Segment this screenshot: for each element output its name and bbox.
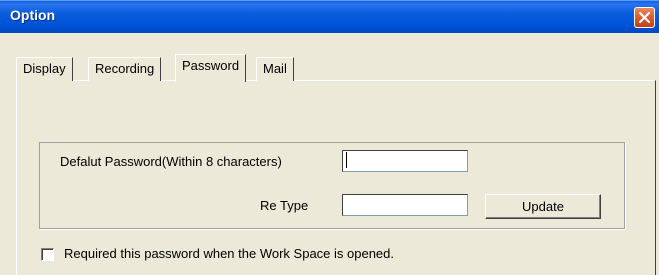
tab-password[interactable]: Password bbox=[175, 54, 247, 82]
tab-label: Password bbox=[182, 58, 240, 73]
update-button[interactable]: Update bbox=[485, 194, 601, 219]
close-button[interactable] bbox=[634, 7, 655, 28]
retype-password-input[interactable] bbox=[342, 194, 468, 216]
tab-recording[interactable]: Recording bbox=[88, 57, 162, 81]
window-title: Option bbox=[10, 7, 56, 23]
default-password-label: Defalut Password(Within 8 characters) bbox=[60, 154, 282, 169]
require-password-label[interactable]: Required this password when the Work Spa… bbox=[64, 246, 394, 261]
update-button-label: Update bbox=[522, 199, 564, 214]
require-password-checkbox[interactable] bbox=[41, 248, 54, 261]
text-caret bbox=[346, 152, 347, 168]
default-password-input[interactable] bbox=[342, 150, 468, 172]
close-icon bbox=[639, 12, 650, 23]
title-bar[interactable]: Option bbox=[0, 0, 659, 33]
tab-label: Display bbox=[23, 61, 66, 76]
tab-label: Mail bbox=[263, 61, 287, 76]
tab-display[interactable]: Display bbox=[16, 57, 73, 81]
tab-mail[interactable]: Mail bbox=[256, 57, 294, 81]
tab-label: Recording bbox=[95, 61, 155, 76]
retype-label: Re Type bbox=[260, 198, 309, 213]
